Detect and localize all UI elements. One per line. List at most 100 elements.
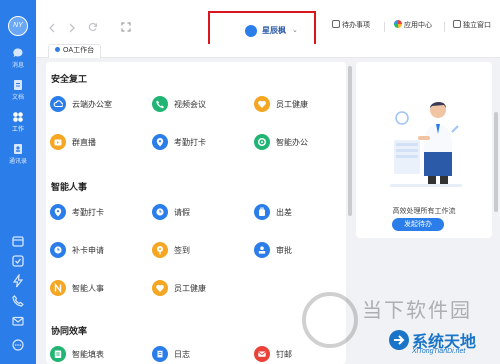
app-tile-label: 智能人事 (72, 284, 104, 293)
app-tile[interactable]: 智能人事 (50, 280, 140, 296)
tab-icon (55, 47, 60, 52)
heart-icon (152, 280, 168, 296)
right-scrollbar[interactable] (494, 112, 498, 212)
app-tile[interactable]: 审批 (254, 242, 344, 258)
app-tile[interactable]: 员工健康 (152, 280, 242, 296)
lightning-icon[interactable] (11, 274, 25, 288)
app-tile-label: 员工健康 (174, 284, 206, 293)
tab-strip: OA工作台 (36, 44, 500, 58)
grid-icon (13, 112, 23, 122)
section-title: 安全复工 (51, 74, 88, 84)
location-icon (50, 204, 66, 220)
app-tile[interactable]: 群直播 (50, 134, 140, 150)
todo-button[interactable]: 待办事项 (332, 20, 370, 30)
user-dot-icon (245, 25, 257, 37)
app-tile[interactable]: 日志 (152, 346, 242, 362)
watermark-cn: 当下软件园 (362, 298, 472, 322)
fullscreen-icon[interactable] (121, 22, 131, 32)
section-title: 协同效率 (51, 326, 88, 336)
standalone-window-button[interactable]: 独立窗口 (453, 20, 491, 30)
todo-icon (332, 20, 340, 28)
app-center-button[interactable]: 应用中心 (394, 20, 432, 30)
create-todo-button[interactable]: 发起待办 (392, 218, 444, 231)
app-tile-label: 云端办公室 (72, 100, 112, 109)
app-tile-label: 群直播 (72, 138, 96, 147)
n-icon (50, 280, 66, 296)
app-tile[interactable]: 出差 (254, 204, 344, 220)
phone-icon[interactable] (11, 294, 25, 308)
window-icon (453, 20, 461, 28)
app-tile[interactable]: 视频会议 (152, 96, 242, 112)
left-nav-rail: NY 消息 文档 工作 通讯录 (0, 0, 36, 364)
app-tile[interactable]: 考勤打卡 (50, 204, 140, 220)
app-tile[interactable]: 请假 (152, 204, 242, 220)
app-tile-label: 出差 (276, 208, 292, 217)
location-icon (152, 134, 168, 150)
rail-item-messages[interactable]: 消息 (0, 47, 36, 69)
calendar-icon[interactable] (11, 234, 25, 248)
clock-icon (50, 242, 66, 258)
app-tile[interactable]: 钉邮 (254, 346, 344, 362)
stamp-icon (254, 242, 270, 258)
rail-item-label: 消息 (11, 63, 24, 69)
contacts-icon (14, 144, 22, 154)
mail-icon[interactable] (11, 314, 25, 328)
app-tile[interactable]: 签到 (152, 242, 242, 258)
section-title: 智能人事 (51, 182, 88, 192)
top-bar: 星辰枫 ⌄ 待办事项 应用中心 独立窗口 (36, 0, 500, 53)
more-icon[interactable] (11, 338, 25, 352)
mail-icon (254, 346, 270, 362)
rail-item-docs[interactable]: 文档 (0, 79, 36, 101)
main-scrollbar[interactable] (348, 62, 352, 364)
office-worker-illustration (390, 101, 462, 187)
divider (384, 22, 385, 32)
app-tile[interactable]: 员工健康 (254, 96, 344, 112)
avatar[interactable]: NY (8, 16, 28, 36)
app-tile[interactable]: 智能填表 (50, 346, 140, 362)
heart-icon (254, 96, 270, 112)
app-tile-label: 钉邮 (276, 350, 292, 359)
document-icon (14, 80, 22, 90)
ring-icon (254, 134, 270, 150)
app-tile-label: 考勤打卡 (174, 138, 206, 147)
tab-oa-workbench[interactable]: OA工作台 (48, 44, 102, 58)
watermark-brand: 系统天地 (412, 332, 477, 351)
app-tile-label: 补卡申请 (72, 246, 104, 255)
watermark-arrow-icon (389, 330, 409, 350)
app-tile-label: 审批 (276, 246, 292, 255)
rail-item-work[interactable]: 工作 (0, 111, 36, 133)
back-arrow-icon[interactable] (48, 23, 56, 33)
workbench-card: 安全复工 智能人事 协同效率 云端办公室 视频会议 员工健康 群直播 考勤打卡 智能办公考… (46, 62, 346, 364)
form-icon (50, 346, 66, 362)
app-tile-label: 考勤打卡 (72, 208, 104, 217)
chat-icon (13, 48, 23, 57)
todo-panel: 高效处理所有工作流 发起待办 (356, 62, 492, 238)
user-name: 星辰枫 (262, 26, 286, 35)
watermark-url: XiTongTianDi.net (412, 348, 466, 355)
app-tile-label: 签到 (174, 246, 190, 255)
app-window: NY 消息 文档 工作 通讯录 星辰枫 ⌄ 待办事项 应用中心 独立窗口 OA工… (0, 0, 500, 364)
app-tile[interactable]: 补卡申请 (50, 242, 140, 258)
app-tile-label: 员工健康 (276, 100, 308, 109)
app-tile-label: 日志 (174, 350, 190, 359)
app-tile-label: 请假 (174, 208, 190, 217)
tab-label: OA工作台 (63, 47, 95, 54)
refresh-icon[interactable] (88, 22, 98, 32)
scrollbar-thumb[interactable] (348, 66, 352, 216)
rail-item-label: 通讯录 (8, 159, 27, 165)
app-tile[interactable]: 考勤打卡 (152, 134, 242, 150)
panel-description: 高效处理所有工作流 (392, 208, 456, 215)
window-label: 独立窗口 (463, 22, 491, 29)
rail-item-contacts[interactable]: 通讯录 (0, 143, 36, 165)
pin-icon (152, 242, 168, 258)
phone-icon (152, 96, 168, 112)
app-center-icon (394, 20, 402, 28)
check-task-icon[interactable] (11, 254, 25, 268)
app-tile[interactable]: 智能办公 (254, 134, 344, 150)
clock-icon (152, 204, 168, 220)
log-icon (152, 346, 168, 362)
app-tile[interactable]: 云端办公室 (50, 96, 140, 112)
forward-arrow-icon[interactable] (68, 23, 76, 33)
rail-item-label: 工作 (11, 127, 24, 133)
divider (444, 22, 445, 32)
